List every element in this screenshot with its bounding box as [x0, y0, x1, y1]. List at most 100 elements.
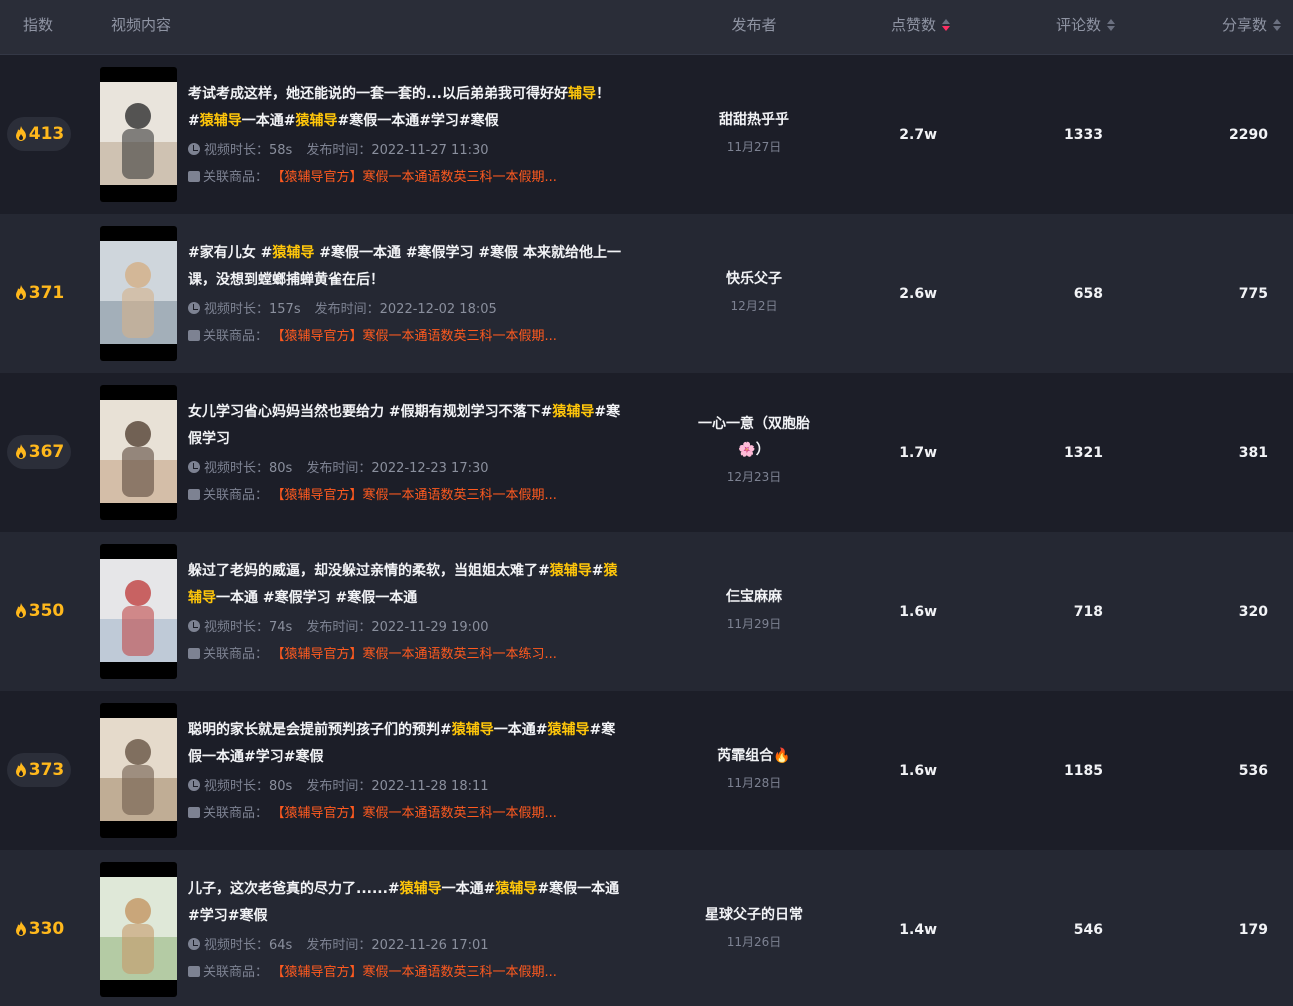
title-text: # — [591, 563, 604, 579]
publish-time: 2022-12-23 17:30 — [371, 461, 489, 476]
clock-icon — [188, 620, 200, 632]
author-date: 11月27日 — [726, 140, 782, 154]
author-date: 12月2日 — [730, 299, 778, 313]
table-row[interactable]: 330 儿子，这次老爸真的尽力了......#猿辅导一本通#猿辅导#寒假一本通#… — [0, 850, 1293, 1006]
product-link[interactable]: 【猿辅导官方】寒假一本通语数英三科一本假期... — [278, 488, 557, 503]
fire-icon — [15, 126, 26, 141]
header-comments-sortable[interactable]: 评论数 — [1030, 0, 1115, 55]
index-value: 350 — [28, 601, 65, 621]
video-title[interactable]: 躲过了老妈的威逼，却没躲过亲情的柔软，当姐姐太难了#猿辅导#猿辅导一本通 #寒假… — [188, 558, 623, 612]
author-date: 11月26日 — [726, 935, 782, 949]
title-text: 一本通# — [441, 881, 496, 897]
video-meta: 视频时长：74s 发布时间：2022-11-29 19:00 — [188, 616, 503, 635]
title-text: 女儿学习省心妈妈当然也要给力 #假期有规划学习不落下# — [188, 404, 553, 420]
table-row[interactable]: 413 考试考成这样，她还能说的一套一套的...以后弟弟我可得好好辅导！ #猿辅… — [0, 55, 1293, 214]
index-value: 330 — [28, 919, 65, 939]
fire-icon — [15, 444, 26, 459]
index-badge: 367 — [7, 435, 71, 469]
sort-desc-icon[interactable] — [942, 18, 950, 31]
video-ranking-table: 指数 视频内容 发布者 点赞数 评论数 分享数 413 考试考成这样，她还能说的… — [0, 0, 1293, 1006]
video-duration: 80s — [269, 779, 293, 794]
author-name[interactable]: 快乐父子 — [680, 266, 828, 292]
index-badge: 330 — [7, 912, 71, 946]
video-meta: 视频时长：80s 发布时间：2022-11-28 18:11 — [188, 775, 503, 794]
related-product: 关联商品： 【猿辅导官方】寒假一本通语数英三科一本假期... — [188, 325, 557, 344]
title-keyword-highlight: 猿辅导 — [199, 113, 242, 129]
header-likes-label: 点赞数 — [890, 16, 936, 34]
author-name[interactable]: 一心一意（双胞胎🌸） — [689, 411, 819, 463]
shopping-bag-icon — [188, 330, 200, 341]
table-header: 指数 视频内容 发布者 点赞数 评论数 分享数 — [0, 0, 1293, 55]
video-thumbnail[interactable] — [100, 544, 177, 679]
video-meta: 视频时长：157s 发布时间：2022-12-02 18:05 — [188, 298, 511, 317]
comments-count: 658 — [1073, 286, 1103, 302]
shares-count: 536 — [1238, 763, 1268, 779]
author-name[interactable]: 仨宝麻麻 — [680, 584, 828, 610]
title-keyword-highlight: 猿辅导 — [399, 881, 442, 897]
title-text: #家有儿女 # — [188, 245, 273, 261]
likes-count: 2.7w — [899, 127, 937, 143]
author-cell: 芮霏组合🔥 11月28日 — [680, 743, 828, 797]
header-shares-sortable[interactable]: 分享数 — [1193, 0, 1281, 55]
shares-count: 381 — [1238, 445, 1268, 461]
title-text: 一本通# — [241, 113, 296, 129]
index-value: 413 — [28, 124, 65, 144]
product-link[interactable]: 【猿辅导官方】寒假一本通语数英三科一本假期... — [278, 170, 557, 185]
related-product: 关联商品： 【猿辅导官方】寒假一本通语数英三科一本假期... — [188, 484, 557, 503]
video-meta: 视频时长：64s 发布时间：2022-11-26 17:01 — [188, 934, 503, 953]
clock-icon — [188, 938, 200, 950]
video-title[interactable]: #家有儿女 #猿辅导 #寒假一本通 #寒假学习 #寒假 本来就给他上一课，没想到… — [188, 240, 623, 294]
table-row[interactable]: 373 聪明的家长就是会提前预判孩子们的预判#猿辅导一本通#猿辅导#寒假一本通#… — [0, 691, 1293, 850]
title-keyword-highlight: 辅导 — [567, 86, 596, 102]
fire-icon — [15, 762, 26, 777]
header-comments-label: 评论数 — [1055, 16, 1101, 34]
related-product: 关联商品： 【猿辅导官方】寒假一本通语数英三科一本假期... — [188, 166, 557, 185]
video-title[interactable]: 女儿学习省心妈妈当然也要给力 #假期有规划学习不落下#猿辅导#寒假学习 — [188, 399, 623, 453]
author-name[interactable]: 甜甜热乎乎 — [680, 107, 828, 133]
publish-time: 2022-11-28 18:11 — [371, 779, 489, 794]
product-link[interactable]: 【猿辅导官方】寒假一本通语数英三科一本假期... — [278, 329, 557, 344]
title-text: 躲过了老妈的威逼，却没躲过亲情的柔软，当姐姐太难了# — [188, 563, 550, 579]
index-badge: 413 — [7, 117, 71, 151]
fire-icon — [15, 285, 26, 300]
author-cell: 星球父子的日常 11月26日 — [680, 902, 828, 956]
likes-count: 2.6w — [899, 286, 937, 302]
video-thumbnail[interactable] — [100, 226, 177, 361]
video-thumbnail[interactable] — [100, 385, 177, 520]
video-title[interactable]: 考试考成这样，她还能说的一套一套的...以后弟弟我可得好好辅导！ #猿辅导一本通… — [188, 81, 623, 135]
product-link[interactable]: 【猿辅导官方】寒假一本通语数英三科一本练习... — [278, 647, 557, 662]
author-name[interactable]: 星球父子的日常 — [680, 902, 828, 928]
product-link[interactable]: 【猿辅导官方】寒假一本通语数英三科一本假期... — [278, 806, 557, 821]
video-thumbnail[interactable] — [100, 67, 177, 202]
video-title[interactable]: 儿子，这次老爸真的尽力了......#猿辅导一本通#猿辅导#寒假一本通#学习#寒… — [188, 876, 623, 930]
video-duration: 74s — [269, 620, 293, 635]
table-row[interactable]: 367 女儿学习省心妈妈当然也要给力 #假期有规划学习不落下#猿辅导#寒假学习 … — [0, 373, 1293, 532]
product-link[interactable]: 【猿辅导官方】寒假一本通语数英三科一本假期... — [278, 965, 557, 980]
shares-count: 320 — [1238, 604, 1268, 620]
fire-icon — [15, 921, 26, 936]
title-keyword-highlight: 猿辅导 — [549, 563, 592, 579]
video-thumbnail[interactable] — [100, 703, 177, 838]
title-keyword-highlight: 猿辅导 — [451, 722, 494, 738]
title-text: 儿子，这次老爸真的尽力了......# — [188, 881, 400, 897]
likes-count: 1.7w — [899, 445, 937, 461]
table-row[interactable]: 350 躲过了老妈的威逼，却没躲过亲情的柔软，当姐姐太难了#猿辅导#猿辅导一本通… — [0, 532, 1293, 691]
shopping-bag-icon — [188, 807, 200, 818]
sort-icon[interactable] — [1107, 18, 1115, 31]
author-cell: 一心一意（双胞胎🌸） 12月23日 — [680, 411, 828, 491]
clock-icon — [188, 461, 200, 473]
publish-time: 2022-12-02 18:05 — [379, 302, 497, 317]
table-row[interactable]: 371 #家有儿女 #猿辅导 #寒假一本通 #寒假学习 #寒假 本来就给他上一课… — [0, 214, 1293, 373]
publish-time: 2022-11-27 11:30 — [371, 143, 489, 158]
author-date: 11月29日 — [726, 617, 782, 631]
comments-count: 1185 — [1064, 763, 1103, 779]
sort-icon[interactable] — [1273, 18, 1281, 31]
index-value: 367 — [28, 442, 65, 462]
video-frame-image — [100, 400, 177, 503]
video-thumbnail[interactable] — [100, 862, 177, 997]
header-likes-sortable[interactable]: 点赞数 — [860, 0, 950, 55]
author-name[interactable]: 芮霏组合🔥 — [680, 743, 828, 769]
title-text: 考试考成这样，她还能说的一套一套的...以后弟弟我可得好好 — [188, 86, 568, 102]
video-title[interactable]: 聪明的家长就是会提前预判孩子们的预判#猿辅导一本通#猿辅导#寒假一本通#学习#寒… — [188, 717, 623, 771]
video-frame-image — [100, 241, 177, 344]
